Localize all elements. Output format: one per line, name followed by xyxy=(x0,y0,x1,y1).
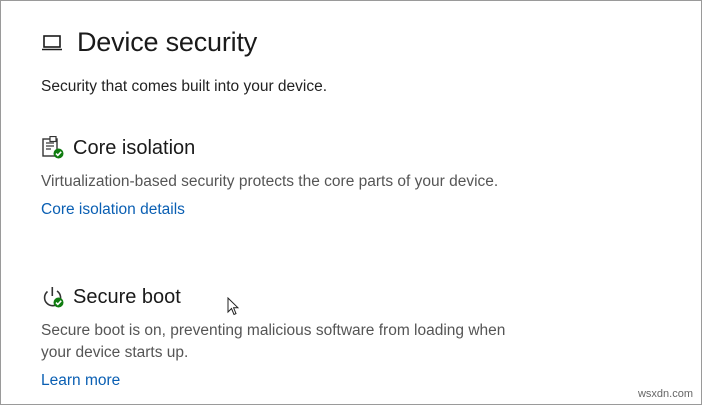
core-isolation-icon xyxy=(42,136,64,159)
mouse-pointer-icon xyxy=(227,297,239,316)
page-title: Device security xyxy=(41,27,257,58)
core-isolation-details-link[interactable]: Core isolation details xyxy=(41,201,185,219)
core-isolation-heading: Core isolation xyxy=(41,135,561,161)
laptop-icon xyxy=(42,34,62,50)
page-subtitle: Security that comes built into your devi… xyxy=(41,78,328,95)
page-title-text: Device security xyxy=(77,27,258,57)
power-icon xyxy=(43,287,64,308)
secure-boot-title: Secure boot xyxy=(73,285,181,308)
secure-boot-description: Secure boot is on, preventing malicious … xyxy=(41,322,506,361)
learn-more-link[interactable]: Learn more xyxy=(41,372,120,390)
core-isolation-section: Core isolation Virtualization-based secu… xyxy=(41,135,561,219)
core-isolation-description: Virtualization-based security protects t… xyxy=(41,173,499,190)
watermark: wsxdn.com xyxy=(637,388,693,400)
core-isolation-title: Core isolation xyxy=(73,136,196,159)
secure-boot-section: Secure boot Secure boot is on, preventin… xyxy=(41,284,561,390)
device-security-window: Device security Security that comes buil… xyxy=(0,0,702,405)
secure-boot-heading: Secure boot xyxy=(41,284,561,310)
